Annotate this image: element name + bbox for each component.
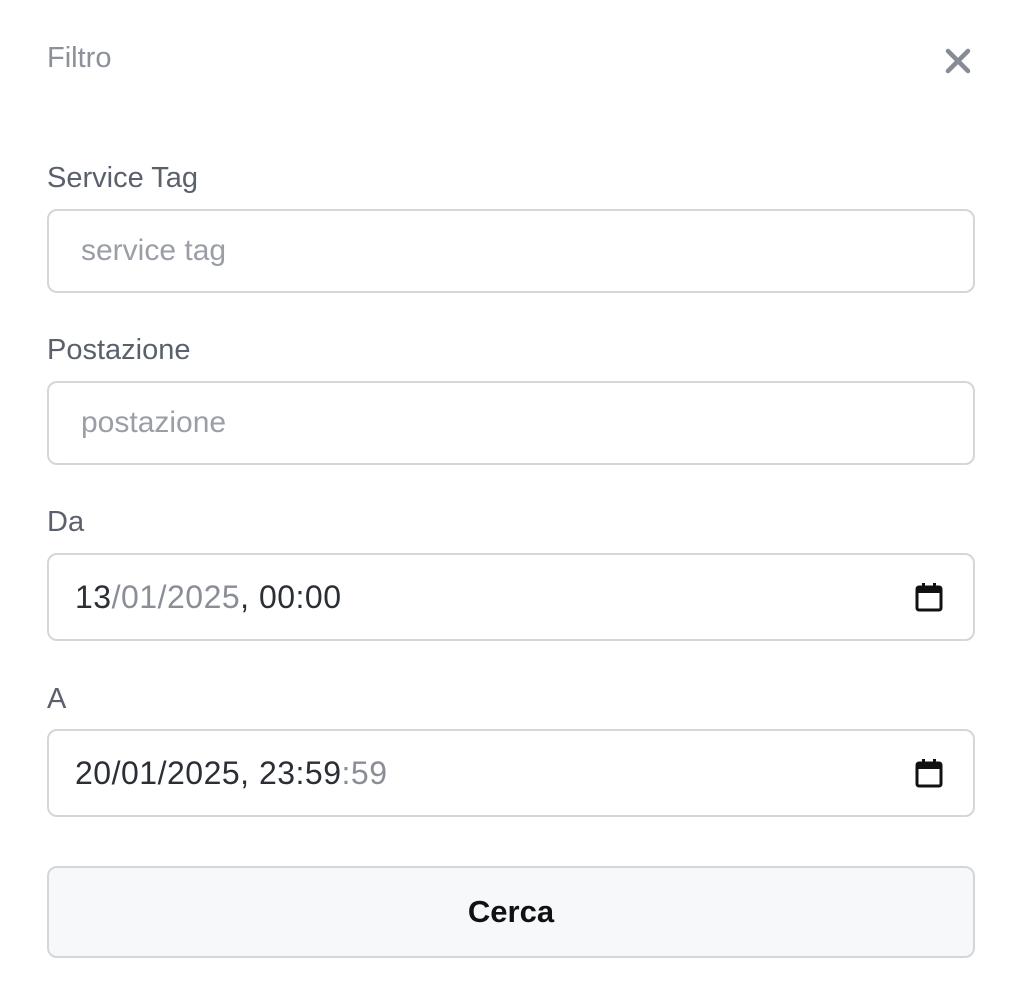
a-datetime-input[interactable]: 20/01/2025, 23:59:59 [47, 729, 975, 817]
a-hour[interactable]: 23 [259, 755, 296, 792]
a-sep-3: , [240, 754, 259, 791]
da-sep-3: , [240, 578, 259, 615]
calendar-icon[interactable] [915, 758, 943, 788]
da-year[interactable]: 2025 [167, 579, 240, 616]
close-icon[interactable] [943, 46, 973, 76]
a-label: A [47, 683, 67, 715]
da-datetime-input[interactable]: 13/01/2025, 00:00 [47, 553, 975, 641]
da-datetime-value: 13/01/2025, 00:00 [75, 555, 342, 639]
da-minute[interactable]: 00 [305, 579, 342, 616]
a-datetime-value: 20/01/2025, 23:59:59 [75, 731, 388, 815]
a-year[interactable]: 2025 [167, 755, 240, 792]
da-sep-4: : [295, 578, 305, 615]
a-sep-2: / [157, 754, 167, 791]
a-day[interactable]: 20 [75, 755, 112, 792]
postazione-placeholder: postazione [81, 406, 227, 439]
a-sep-5: : [341, 754, 351, 791]
da-label: Da [47, 506, 85, 538]
service-tag-placeholder: service tag [81, 234, 227, 267]
postazione-input[interactable]: postazione [47, 381, 975, 465]
panel-header: Filtro [47, 40, 973, 80]
da-month[interactable]: 01 [121, 579, 158, 616]
filter-panel: Filtro Service Tag service tag Postazion… [0, 0, 1016, 1001]
panel-title: Filtro [47, 42, 112, 74]
calendar-icon[interactable] [915, 582, 943, 612]
da-sep-1: / [111, 578, 121, 615]
a-second[interactable]: 59 [351, 755, 388, 792]
service-tag-input[interactable]: service tag [47, 209, 975, 293]
search-button[interactable]: Cerca [47, 866, 975, 958]
da-hour[interactable]: 00 [259, 579, 296, 616]
da-sep-2: / [157, 578, 167, 615]
a-sep-1: / [111, 754, 121, 791]
service-tag-label: Service Tag [47, 162, 198, 194]
postazione-label: Postazione [47, 334, 191, 366]
a-month[interactable]: 01 [121, 755, 158, 792]
a-minute[interactable]: 59 [305, 755, 342, 792]
da-day[interactable]: 13 [75, 579, 112, 616]
a-sep-4: : [295, 754, 305, 791]
